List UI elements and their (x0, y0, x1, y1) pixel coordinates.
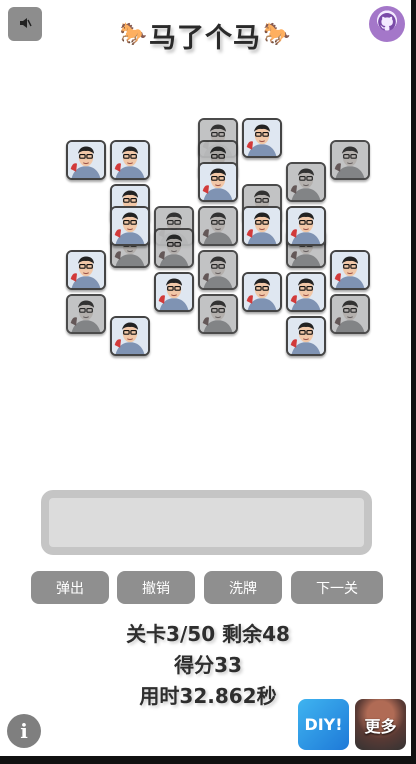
more-button[interactable]: 更多 (355, 699, 406, 750)
game-tile (198, 250, 238, 290)
game-tile[interactable] (66, 140, 106, 180)
game-tile[interactable] (286, 316, 326, 356)
face-photo-icon (68, 142, 104, 178)
game-tile (286, 162, 326, 202)
window-frame-edge (0, 756, 416, 764)
horse-icon: 🐎 (119, 22, 147, 47)
info-button[interactable]: i (7, 714, 41, 748)
github-link-button[interactable] (369, 6, 405, 42)
title-text: 马了个马 (149, 22, 261, 54)
face-photo-icon (156, 230, 192, 266)
shuffle-button[interactable]: 洗牌 (204, 571, 282, 604)
pop-button[interactable]: 弹出 (31, 571, 109, 604)
speaker-icon (18, 15, 32, 34)
face-photo-icon (156, 274, 192, 310)
game-tile (154, 228, 194, 268)
game-tile (198, 206, 238, 246)
undo-button[interactable]: 撤销 (117, 571, 195, 604)
level-remaining-text: 关卡3/50 剩余48 (126, 622, 290, 646)
face-photo-icon (200, 208, 236, 244)
next-level-button[interactable]: 下一关 (291, 571, 383, 604)
action-bar: 弹出 撤销 洗牌 下一关 (31, 571, 383, 604)
face-photo-icon (68, 296, 104, 332)
tile-board (0, 100, 416, 430)
score-text: 得分33 (174, 653, 242, 677)
game-tile[interactable] (330, 250, 370, 290)
game-tile[interactable] (286, 206, 326, 246)
face-photo-icon (68, 252, 104, 288)
face-photo-icon (288, 164, 324, 200)
face-photo-icon (244, 274, 280, 310)
face-photo-icon (288, 274, 324, 310)
game-tile[interactable] (242, 272, 282, 312)
face-photo-icon (332, 142, 368, 178)
game-tile[interactable] (110, 140, 150, 180)
game-tile[interactable] (154, 272, 194, 312)
face-photo-icon (200, 296, 236, 332)
face-photo-icon (244, 120, 280, 156)
sound-toggle-button[interactable] (8, 7, 42, 41)
face-photo-icon (332, 296, 368, 332)
game-title: 🐎 马了个马 🐎 (100, 12, 310, 58)
game-tile[interactable] (66, 250, 106, 290)
face-photo-icon (288, 318, 324, 354)
face-photo-icon (200, 252, 236, 288)
github-icon (376, 11, 398, 37)
slot-tray (41, 490, 372, 555)
game-tile (198, 294, 238, 334)
game-tile[interactable] (110, 206, 150, 246)
face-photo-icon (332, 252, 368, 288)
game-tile[interactable] (198, 162, 238, 202)
game-tile[interactable] (286, 272, 326, 312)
horse-icon: 🐎 (263, 22, 291, 47)
face-photo-icon (200, 164, 236, 200)
game-tile[interactable] (242, 206, 282, 246)
game-tile[interactable] (110, 316, 150, 356)
diy-button[interactable]: DIY! (298, 699, 349, 750)
game-tile (330, 140, 370, 180)
game-tile (330, 294, 370, 334)
face-photo-icon (112, 318, 148, 354)
face-photo-icon (288, 208, 324, 244)
game-tile[interactable] (242, 118, 282, 158)
face-photo-icon (244, 208, 280, 244)
game-tile (66, 294, 106, 334)
face-photo-icon (112, 142, 148, 178)
face-photo-icon (112, 208, 148, 244)
